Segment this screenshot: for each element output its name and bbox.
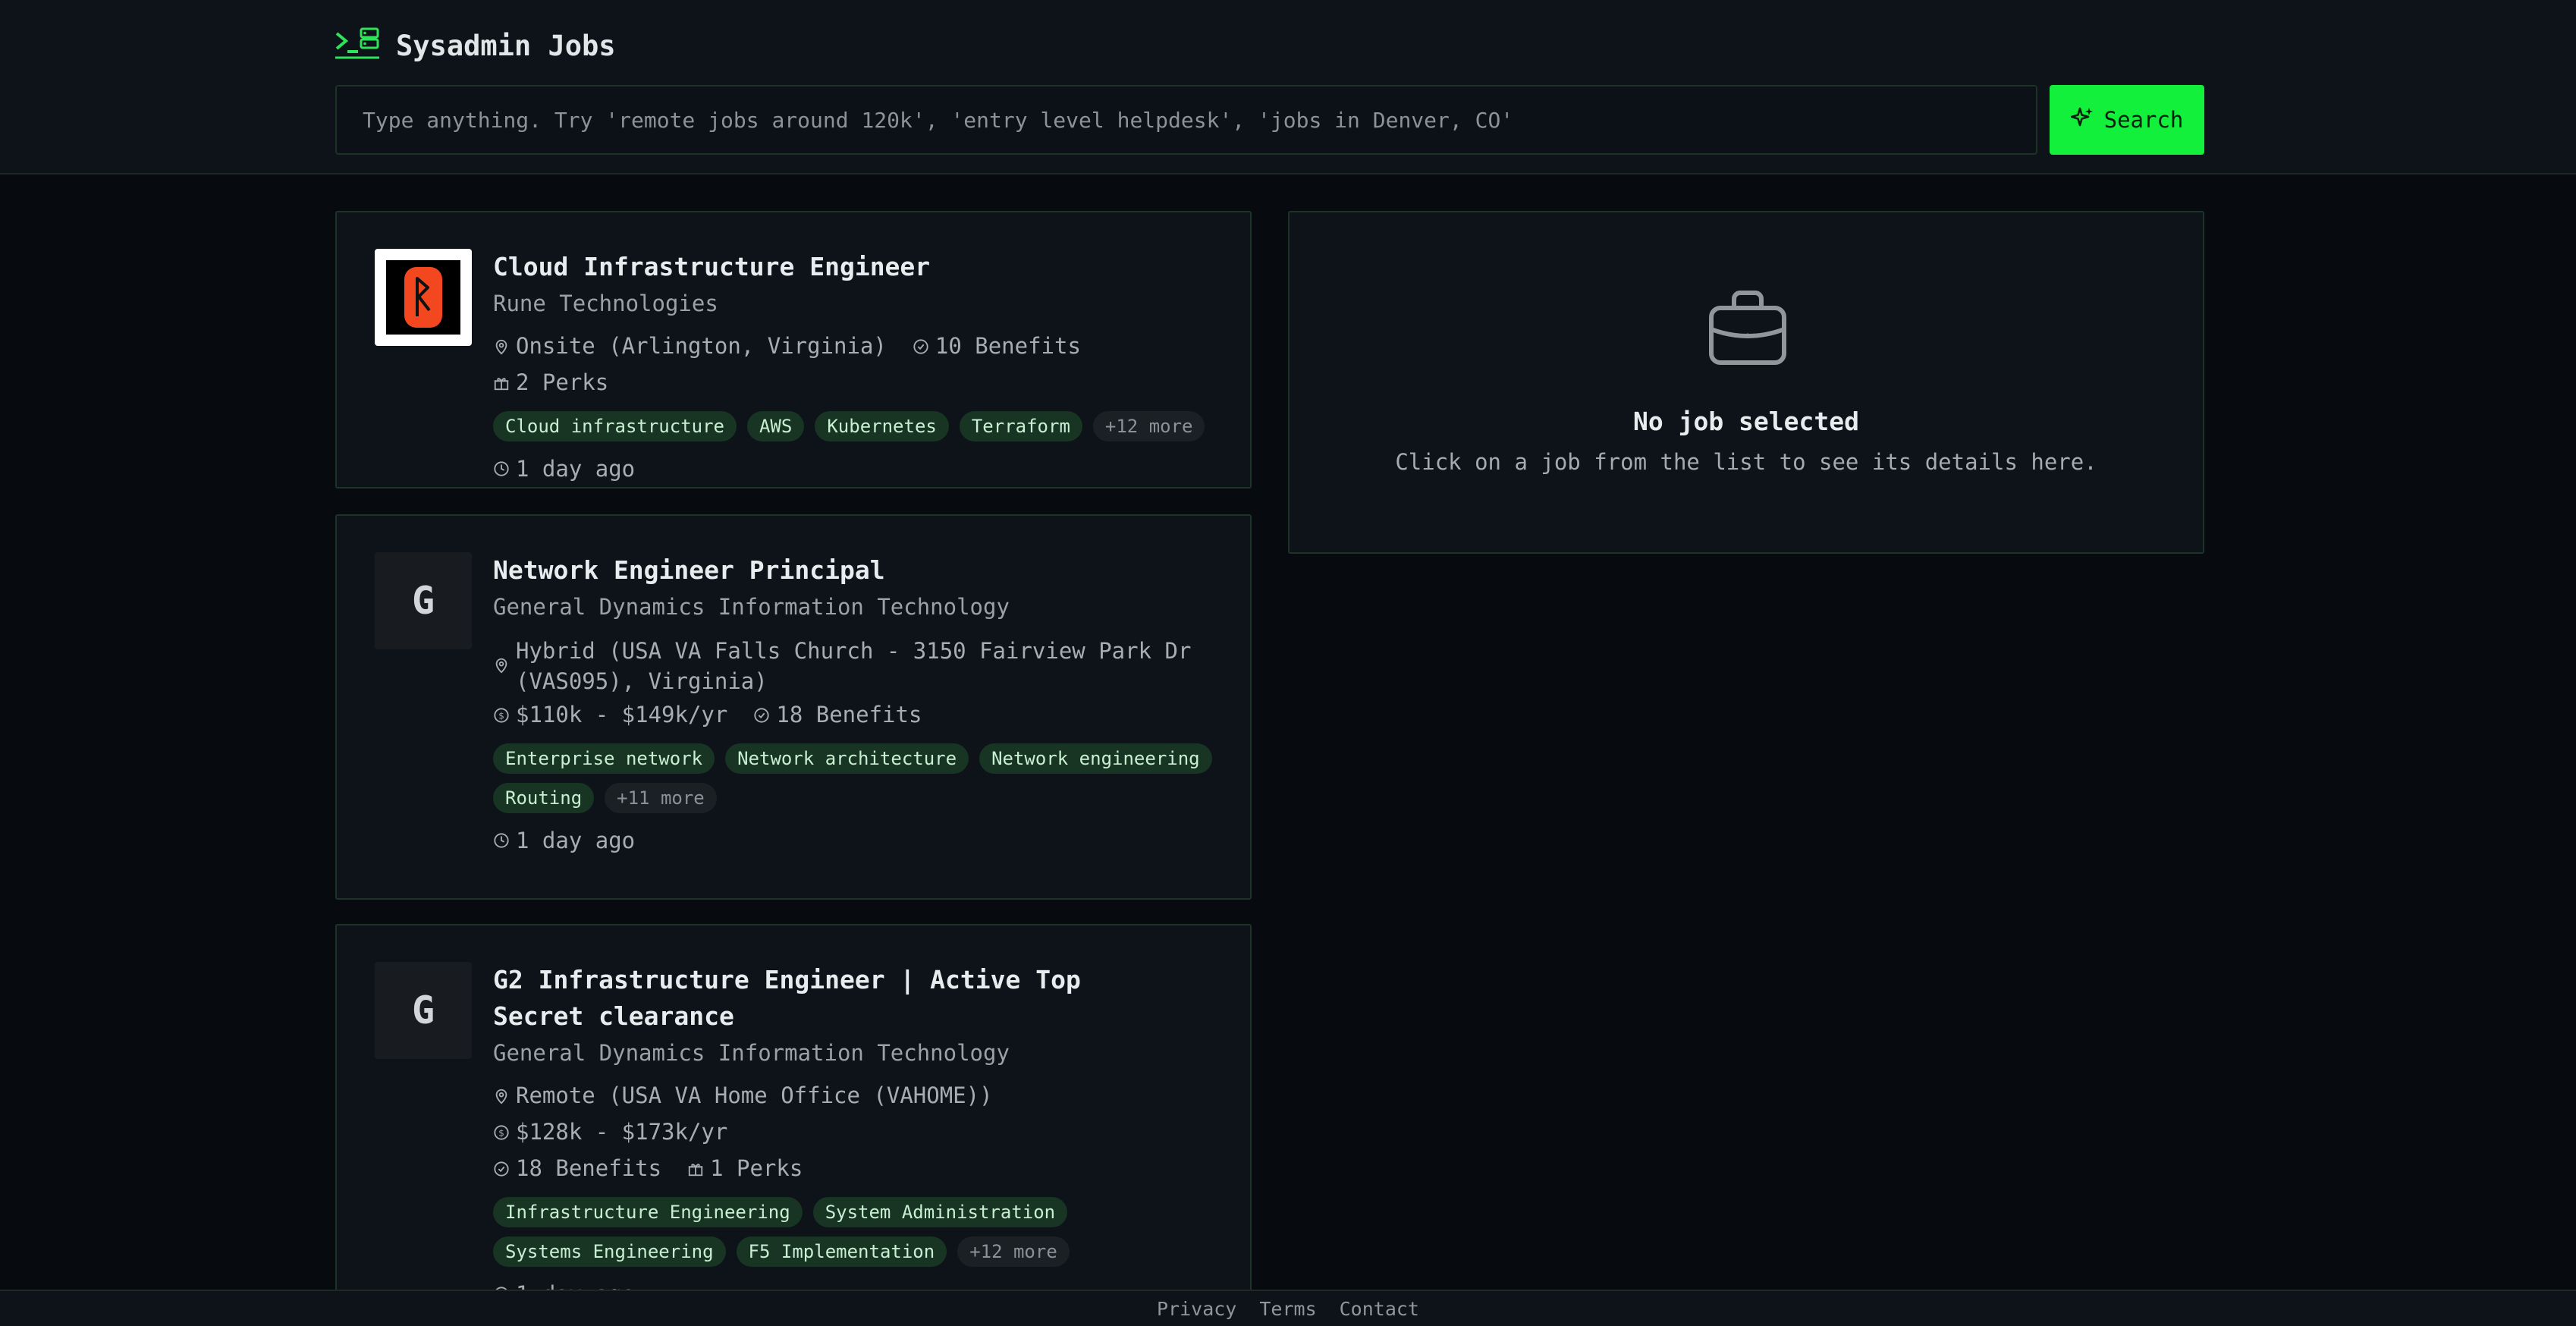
company-logo: G	[375, 962, 472, 1059]
benefits: 18 Benefits	[493, 1150, 661, 1186]
terminal-server-icon	[335, 27, 379, 64]
job-title[interactable]: Network Engineer Principal	[493, 552, 1220, 589]
company-name: General Dynamics Information Technology	[493, 1040, 1010, 1066]
skill-tags: Enterprise network Network architecture …	[493, 743, 1220, 813]
app-header: Sysadmin Jobs Search	[0, 0, 2576, 174]
location: Remote (USA VA Home Office (VAHOME))	[493, 1077, 993, 1114]
location-text: Remote (USA VA Home Office (VAHOME))	[516, 1082, 993, 1108]
search-button-label: Search	[2103, 107, 2184, 133]
perks-text: 1 Perks	[710, 1155, 803, 1181]
check-circle-icon	[913, 339, 928, 354]
search-box[interactable]	[335, 85, 2037, 155]
skill-tag: Systems Engineering	[493, 1236, 726, 1267]
svg-text:$: $	[498, 1128, 504, 1139]
clock-icon	[494, 833, 509, 848]
salary: $ $110k - $149k/yr	[493, 696, 727, 733]
posted-time: 1 day ago	[493, 824, 1220, 857]
job-card[interactable]: G G2 Infrastructure Engineer | Active To…	[335, 924, 1252, 1307]
more-tags-badge: +11 more	[605, 783, 717, 813]
perks: 1 Perks	[687, 1150, 803, 1186]
skill-tags: Infrastructure Engineering System Admini…	[493, 1197, 1220, 1267]
skill-tag: Enterprise network	[493, 743, 715, 774]
job-card[interactable]: Cloud Infrastructure Engineer Rune Techn…	[335, 211, 1252, 489]
company-logo	[375, 249, 472, 346]
job-detail-panel: No job selected Click on a job from the …	[1288, 211, 2204, 554]
perks-text: 2 Perks	[516, 369, 609, 395]
posted-time-text: 1 day ago	[516, 456, 636, 482]
posted-time: 1 day ago	[493, 452, 1220, 485]
skill-tag: AWS	[746, 411, 805, 441]
gift-icon	[688, 1164, 703, 1177]
footer: Privacy Terms Contact	[0, 1290, 2576, 1326]
sparkles-icon	[2070, 106, 2094, 134]
clock-icon	[494, 461, 509, 476]
salary-text: $128k - $173k/yr	[516, 1119, 728, 1145]
company-name: Rune Technologies	[493, 291, 718, 316]
app-title: Sysadmin Jobs	[396, 29, 616, 62]
more-tags-badge: +12 more	[957, 1236, 1070, 1267]
map-pin-icon	[495, 339, 507, 355]
skill-tag: Routing	[493, 783, 595, 813]
skill-tag: Infrastructure Engineering	[493, 1197, 803, 1227]
skill-tag: Network architecture	[725, 743, 969, 774]
rune-logo-icon	[404, 267, 442, 328]
salary: $ $128k - $173k/yr	[493, 1114, 727, 1150]
gift-icon	[494, 378, 509, 391]
location-text: Hybrid (USA VA Falls Church - 3150 Fairv…	[516, 638, 1192, 694]
company-name: General Dynamics Information Technology	[493, 594, 1010, 620]
svg-text:$: $	[498, 711, 504, 721]
map-pin-icon	[495, 658, 507, 674]
location-text: Onsite (Arlington, Virginia)	[516, 333, 887, 359]
benefits: 10 Benefits	[913, 328, 1081, 364]
briefcase-icon	[1705, 285, 1790, 373]
location: Onsite (Arlington, Virginia)	[493, 328, 887, 364]
benefits-text: 18 Benefits	[776, 702, 922, 727]
skill-tag: System Administration	[812, 1197, 1068, 1227]
footer-link-terms[interactable]: Terms	[1259, 1298, 1316, 1320]
dollar-circle-icon: $	[494, 708, 509, 723]
dollar-circle-icon: $	[494, 1125, 509, 1140]
search-input[interactable]	[363, 107, 2036, 133]
brand[interactable]: Sysadmin Jobs	[335, 27, 616, 64]
skill-tag: Terraform	[959, 411, 1082, 441]
no-job-title: No job selected	[1632, 407, 1859, 436]
perks: 2 Perks	[493, 364, 608, 401]
no-job-subtitle: Click on a job from the list to see its …	[1395, 449, 2097, 475]
search-button[interactable]: Search	[2050, 85, 2204, 155]
check-circle-icon	[494, 1161, 509, 1177]
skill-tags: Cloud infrastructure AWS Kubernetes Terr…	[493, 411, 1220, 441]
skill-tag: Kubernetes	[815, 411, 949, 441]
benefits: 18 Benefits	[753, 696, 922, 733]
company-logo: G	[375, 552, 472, 649]
job-title[interactable]: Cloud Infrastructure Engineer	[493, 249, 1220, 285]
check-circle-icon	[754, 708, 769, 723]
location: Hybrid (USA VA Falls Church - 3150 Fairv…	[493, 636, 1198, 696]
skill-tag: Cloud infrastructure	[493, 411, 737, 441]
benefits-text: 18 Benefits	[516, 1155, 662, 1181]
footer-link-contact[interactable]: Contact	[1340, 1298, 1419, 1320]
skill-tag: F5 Implementation	[736, 1236, 947, 1267]
job-card[interactable]: G Network Engineer Principal General Dyn…	[335, 514, 1252, 900]
more-tags-badge: +12 more	[1092, 411, 1205, 441]
skill-tag: Network engineering	[979, 743, 1212, 774]
benefits-text: 10 Benefits	[935, 333, 1081, 359]
footer-link-privacy[interactable]: Privacy	[1157, 1298, 1236, 1320]
job-title[interactable]: G2 Infrastructure Engineer | Active Top …	[493, 962, 1176, 1035]
salary-text: $110k - $149k/yr	[516, 702, 728, 727]
map-pin-icon	[495, 1089, 507, 1104]
posted-time-text: 1 day ago	[516, 828, 636, 853]
